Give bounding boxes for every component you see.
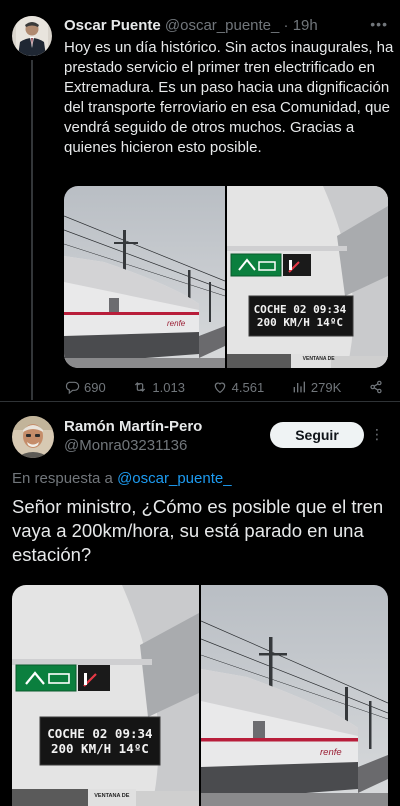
reply-window-plate: VENTANA DE [94, 792, 130, 799]
reply-display-line-2: 200 KM/H 14ºC [50, 741, 149, 757]
in-reply-to: En respuesta a @oscar_puente_ [12, 470, 232, 487]
reply-more-icon[interactable]: ⋮ [370, 426, 384, 443]
hammer-sign-icon [283, 254, 311, 276]
reply-media[interactable]: COCHE 02 09:34 200 KM/H 14ºC VENTANA DE [12, 585, 388, 806]
exit-sign-icon [230, 253, 282, 277]
like-count: 4.561 [231, 379, 265, 395]
reply-avatar[interactable] [12, 416, 54, 458]
reply-display-photo[interactable]: COCHE 02 09:34 200 KM/H 14ºC VENTANA DE [12, 585, 199, 806]
display-photo[interactable]: COCHE 02 09:34 200 KM/H 14ºC VENTANA DE [227, 186, 388, 368]
reply-count: 690 [84, 379, 106, 395]
reply-button[interactable]: 690 [64, 379, 106, 395]
reply-icon [65, 381, 80, 395]
timestamp[interactable]: · 19h [284, 17, 318, 34]
svg-text:renfe: renfe [167, 319, 186, 328]
reply-display-line-1: COCHE 02 09:34 [47, 726, 153, 742]
retweet-count: 1.013 [152, 379, 185, 395]
tweet-header: Oscar Puente @oscar_puente_ · 19h [64, 16, 370, 36]
reply-train-display: COCHE 02 09:34 200 KM/H 14ºC [40, 718, 160, 766]
share-icon [370, 380, 382, 394]
follow-button[interactable]: Seguir [270, 422, 364, 448]
retweet-icon [135, 382, 146, 392]
retweet-button[interactable]: 1.013 [132, 379, 185, 395]
tweet-actions: 690 1.013 4.561 279K [64, 378, 384, 396]
reply-exit-sign-icon [15, 664, 77, 692]
reply-author-handle[interactable]: @Monra03231136 [64, 437, 187, 454]
reply-hammer-sign-icon [78, 665, 110, 691]
author-name[interactable]: Oscar Puente [64, 17, 161, 34]
more-icon[interactable]: ••• [370, 16, 388, 32]
tweet-main[interactable]: Oscar Puente @oscar_puente_ · 19h ••• Ho… [0, 0, 400, 400]
author-handle[interactable]: @oscar_puente_ [165, 17, 279, 34]
svg-text:renfe: renfe [320, 747, 342, 758]
display-line-1: COCHE 02 09:34 [253, 303, 347, 317]
like-button[interactable]: 4.561 [212, 379, 265, 395]
window-plate: VENTANA DE [302, 356, 335, 363]
display-line-2: 200 KM/H 14ºC [256, 316, 343, 330]
share-button[interactable] [368, 379, 384, 395]
reply-train-photo[interactable]: renfe [201, 585, 388, 806]
avatar[interactable] [12, 16, 52, 56]
thread-line [31, 60, 33, 400]
divider [0, 401, 400, 402]
reply-text: Señor ministro, ¿Cómo es posible que el … [12, 496, 384, 565]
in-reply-prefix: En respuesta a [12, 470, 118, 487]
like-icon [214, 382, 225, 394]
views-button[interactable]: 279K [291, 379, 341, 395]
tweet-media[interactable]: renfe COCHE 02 09:34 200 KM/H 14ºC VENTA… [64, 186, 388, 368]
train-photo[interactable]: renfe [64, 186, 225, 368]
tweet-text: Hoy es un día histórico. Sin actos inaug… [64, 39, 394, 156]
views-icon [293, 381, 305, 393]
in-reply-handle[interactable]: @oscar_puente_ [117, 470, 231, 487]
views-count: 279K [310, 379, 342, 395]
reply-author-name[interactable]: Ramón Martín-Pero [64, 418, 202, 435]
train-display: COCHE 02 09:34 200 KM/H 14ºC [250, 298, 350, 334]
